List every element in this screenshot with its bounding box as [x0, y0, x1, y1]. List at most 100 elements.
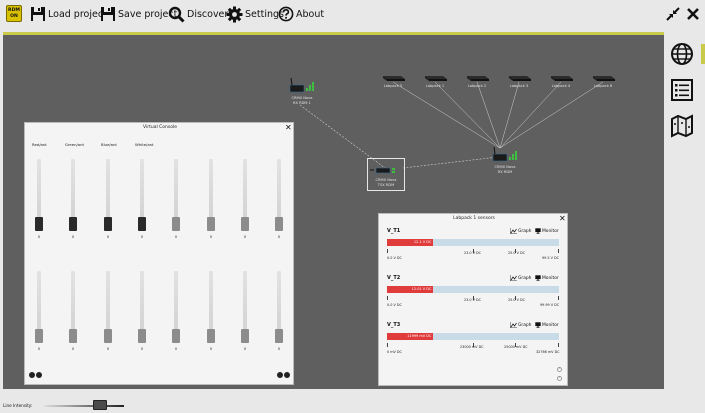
fader-value: 0 [277, 235, 281, 239]
node-labpack-5[interactable]: Labpack 5 [379, 73, 407, 89]
node-labpack-3[interactable]: Labpack 3 [505, 73, 533, 89]
collapse-button[interactable] [666, 6, 680, 25]
scale-tick [387, 343, 388, 347]
monitor-button[interactable]: Monitor [535, 322, 559, 328]
labpack-device-icon [551, 76, 573, 81]
labpack-device-icon [593, 76, 615, 81]
link-tsx-rx [402, 156, 499, 169]
fader-knob[interactable] [275, 217, 283, 231]
floppy-disk-icon [101, 7, 115, 21]
fader-value: 0 [106, 347, 110, 351]
about-button[interactable]: About [276, 0, 326, 28]
scale-max-label: 99.99 V DC [540, 303, 560, 307]
fader-value: 0 [243, 347, 247, 351]
load-project-button[interactable]: Load project [28, 0, 109, 28]
scale-threshold-2-label: 25.0 V DC [508, 298, 526, 302]
map-view-button[interactable] [670, 114, 696, 140]
logo-text-bottom: ON [10, 14, 18, 19]
magnifier-icon [168, 6, 185, 23]
line-intensity-slider-knob[interactable] [93, 400, 107, 410]
fader-knob[interactable] [138, 329, 146, 343]
fader-value: 0 [71, 235, 75, 239]
sensor-name: V_T2 [387, 275, 401, 281]
monitor-label: Monitor [542, 228, 559, 234]
fader-knob[interactable] [207, 329, 215, 343]
node-labpack-6[interactable]: Labpack 6 [589, 73, 617, 89]
scroll-down-button[interactable]: ˅ [557, 376, 562, 381]
node-label-line2: TSX RDM [377, 182, 395, 187]
channel-label: Red/ant [32, 142, 47, 147]
sensor-current-value: 11999 mV DC [407, 334, 432, 338]
labpack-sensors-close-button[interactable]: ✕ [559, 214, 566, 223]
scale-threshold-2-label: 25000 mV DC [504, 345, 528, 349]
fader-knob[interactable] [69, 329, 77, 343]
fader-knob[interactable] [138, 217, 146, 231]
virtual-console-close-button[interactable]: ✕ [285, 123, 292, 132]
graph-label: Graph [518, 228, 532, 234]
monitor-button[interactable]: Monitor [535, 228, 559, 234]
fader-knob[interactable] [104, 329, 112, 343]
page-prev-button[interactable] [29, 372, 42, 378]
monitor-button[interactable]: Monitor [535, 275, 559, 281]
fader-knob[interactable] [207, 217, 215, 231]
node-label: Labpack 3 [509, 84, 529, 88]
scale-max-label: 99.5 V DC [542, 256, 560, 260]
fader-value: 0 [209, 235, 213, 239]
graph-button[interactable]: Graph [510, 228, 531, 234]
channel-label: Blue/ant [101, 142, 117, 147]
fader-knob[interactable] [35, 217, 43, 231]
sensor-level-bar: 11999 mV DC [387, 333, 559, 340]
node-labpack-2[interactable]: Labpack 2 [463, 73, 491, 89]
toolbar: RDM ON Load project Save project Discove… [0, 0, 705, 28]
sidebar-scroll-indicator[interactable] [701, 44, 705, 64]
fader-knob[interactable] [104, 217, 112, 231]
sensor-current-value: 12.01 V DC [411, 287, 432, 291]
fader-knob[interactable] [241, 329, 249, 343]
network-view-button[interactable] [670, 42, 696, 68]
graph-icon [510, 322, 517, 328]
page-next-button[interactable] [277, 372, 290, 378]
fader-knob[interactable] [172, 217, 180, 231]
scale-tick [387, 249, 388, 253]
node-crmx-tsx-rdm[interactable]: CRMX Nova TSX RDM [367, 158, 405, 191]
fader-value: 0 [277, 347, 281, 351]
virtual-console-title: Virtual Console [143, 125, 177, 130]
scale-max-label: 32766 mV DC [536, 350, 560, 354]
app-window: RDM ON Load project Save project Discove… [0, 0, 705, 413]
wireless-receiver-icon [289, 77, 314, 93]
fader-knob[interactable] [241, 217, 249, 231]
scale-threshold-1-label: 23.0 V DC [464, 298, 482, 302]
fader-knob[interactable] [275, 329, 283, 343]
scroll-up-button[interactable]: ˄ [557, 367, 562, 372]
list-view-button[interactable] [670, 78, 696, 104]
graph-button[interactable]: Graph [510, 322, 531, 328]
node-labpack-4[interactable]: Labpack 4 [547, 73, 575, 89]
node-labpack-1[interactable]: Labpack 1 [421, 73, 449, 89]
scale-threshold-2-label: 25.0 V DC [508, 251, 526, 255]
rdm-on-logo[interactable]: RDM ON [6, 5, 22, 22]
node-crmx-rx-rdm-1[interactable]: CRMX Nova RX RDM 1 [284, 77, 320, 105]
collapse-arrows-icon [666, 7, 680, 21]
labpack-sensors-window[interactable]: Labpack 1 sensors ✕ V_T1 Graph Monitor 1… [378, 213, 568, 386]
sensor-v-t1: V_T1 Graph Monitor 12.1 V DC 0.0 V DC 23… [387, 228, 562, 272]
close-app-button[interactable] [686, 6, 700, 25]
link-rx-lp6 [499, 81, 604, 149]
fader-value: 0 [209, 347, 213, 351]
monitor-label: Monitor [542, 322, 559, 328]
fader-knob[interactable] [35, 329, 43, 343]
fader-knob[interactable] [69, 217, 77, 231]
line-intensity-track[interactable] [44, 405, 124, 407]
virtual-console-window[interactable]: Virtual Console ✕ Red/ant Green/ant Blue… [24, 122, 294, 385]
about-label: About [296, 8, 325, 20]
sensor-level-bar: 12.01 V DC [387, 286, 559, 293]
labpack-device-icon [509, 76, 531, 81]
node-label: Labpack 5 [383, 84, 403, 88]
node-crmx-rx-rdm[interactable]: CRMX Nova RX RDM [487, 146, 523, 174]
node-label: Labpack 2 [467, 84, 487, 88]
fader-knob[interactable] [172, 329, 180, 343]
scale-min-label: 0.0 V DC [387, 303, 402, 307]
dot-icon [277, 372, 283, 378]
link-rx-lp2 [476, 81, 501, 149]
sensor-current-value: 12.1 V DC [413, 240, 432, 244]
graph-button[interactable]: Graph [510, 275, 531, 281]
